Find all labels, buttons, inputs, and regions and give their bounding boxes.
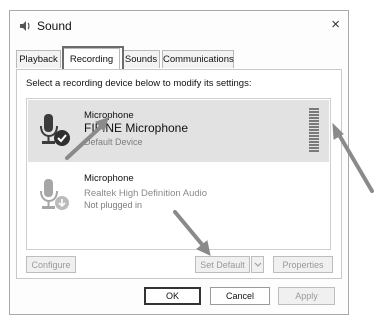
device-status: Default Device	[84, 137, 143, 147]
tab-recording[interactable]: Recording	[63, 48, 120, 69]
level-meter	[309, 108, 319, 154]
instruction-text: Select a recording device below to modif…	[26, 78, 252, 89]
device-item-fifine[interactable]: Microphone FIFINE Microphone Default Dev…	[28, 100, 329, 162]
device-description: FIFINE Microphone	[84, 121, 189, 135]
checkmark-badge	[54, 130, 70, 146]
microphone-icon	[40, 114, 70, 146]
device-description: Realtek High Definition Audio	[84, 188, 208, 199]
speaker-icon	[20, 21, 30, 31]
chevron-down-icon	[254, 262, 261, 267]
sound-dialog: Sound × Playback Recording Sounds Commun…	[9, 10, 349, 315]
device-name: Microphone	[84, 110, 134, 121]
window-title: Sound	[37, 19, 72, 33]
title-bar: Sound ×	[10, 11, 348, 43]
tab-communications[interactable]: Communications	[162, 50, 234, 68]
properties-button[interactable]: Properties	[273, 256, 333, 273]
microphone-icon	[40, 179, 69, 210]
device-status: Not plugged in	[84, 200, 143, 210]
close-icon[interactable]: ×	[331, 17, 340, 32]
apply-button[interactable]: Apply	[278, 287, 335, 305]
tab-sounds[interactable]: Sounds	[122, 50, 160, 68]
set-default-button[interactable]: Set Default	[195, 256, 250, 273]
device-list[interactable]: Microphone FIFINE Microphone Default Dev…	[26, 98, 331, 250]
ok-button[interactable]: OK	[144, 287, 201, 305]
configure-button[interactable]: Configure	[26, 256, 76, 273]
set-default-dropdown[interactable]	[251, 256, 264, 273]
tab-playback[interactable]: Playback	[16, 50, 61, 68]
recording-panel: Select a recording device below to modif…	[16, 69, 342, 279]
device-name: Microphone	[84, 173, 134, 184]
device-item-realtek[interactable]: Microphone Realtek High Definition Audio…	[28, 165, 329, 227]
cancel-button[interactable]: Cancel	[210, 287, 270, 305]
